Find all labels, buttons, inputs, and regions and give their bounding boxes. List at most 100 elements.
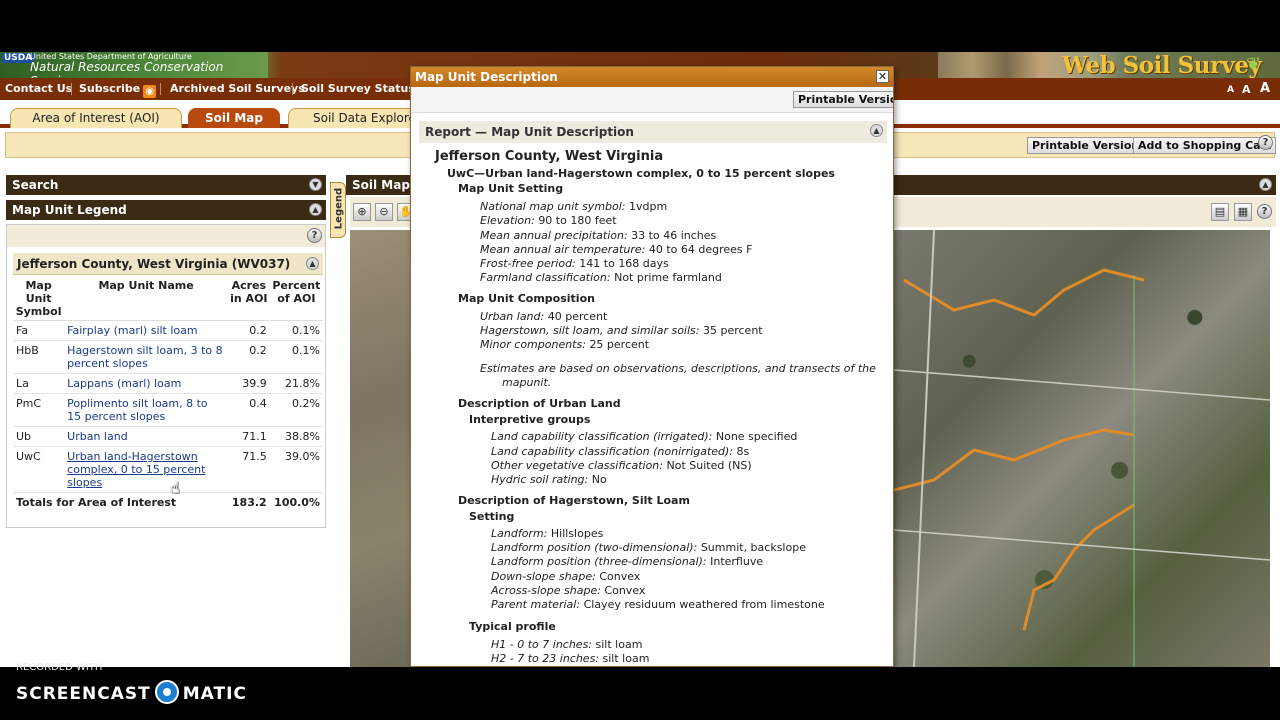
dialog-title: Map Unit Description (415, 70, 558, 84)
map-unit-acres: 0.4 (227, 393, 270, 427)
map-legend-icon[interactable]: ▦ (1234, 203, 1252, 221)
font-size-large-button[interactable]: A (1260, 81, 1270, 96)
chevron-up-icon[interactable]: ▲ (1259, 178, 1272, 191)
tab-area-of-interest[interactable]: Area of Interest (AOI) (10, 108, 182, 128)
table-row: La Lappans (marl) loam 39.9 21.8% (13, 373, 323, 394)
interpretive-line: Land capability classification (irrigate… (491, 430, 798, 443)
zoom-in-icon[interactable]: ⊕ (353, 203, 371, 221)
help-icon[interactable]: ? (307, 228, 322, 243)
site-title: Web Soil Survey (1062, 52, 1262, 79)
soil-map-title: Soil Map (352, 178, 410, 192)
help-icon[interactable]: ? (1257, 204, 1272, 219)
setting-line: Elevation: 90 to 180 feet (480, 214, 617, 227)
chevron-up-icon[interactable]: ▲ (306, 257, 319, 270)
column-header-acres: Acres in AOI (227, 277, 270, 321)
map-unit-legend-header[interactable]: Map Unit Legend ▲ (6, 200, 326, 220)
map-unit-acres: 0.2 (227, 340, 270, 374)
setting2-line: Landform: Hillslopes (491, 527, 604, 540)
printable-version-button[interactable]: Printable Version (1027, 137, 1145, 154)
table-row: Fa Fairplay (marl) silt loam 0.2 0.1% (13, 320, 323, 341)
map-unit-legend-title: Map Unit Legend (12, 203, 127, 217)
search-panel-title: Search (12, 178, 59, 192)
chevron-down-icon[interactable]: ▼ (309, 178, 322, 191)
dialog-toolbar: Printable Version (411, 87, 893, 113)
dialog-title-bar[interactable]: Map Unit Description ✕ (411, 67, 893, 87)
setting2-line: Across-slope shape: Convex (491, 584, 646, 597)
map-unit-symbol: UwC (13, 446, 65, 493)
section-hagerstown: Description of Hagerstown, Silt Loam (458, 494, 690, 507)
aoi-boundary-overlay (894, 230, 1270, 667)
zoom-out-icon[interactable]: ⊖ (375, 203, 393, 221)
nav-separator (71, 83, 72, 95)
setting-line: Frost-free period: 141 to 168 days (480, 257, 669, 270)
subscribe-label: Subscribe (79, 82, 141, 95)
search-panel-header[interactable]: Search ▼ (6, 175, 326, 195)
interpretive-line: Land capability classification (nonirrig… (491, 445, 750, 458)
road-line (894, 529, 1270, 561)
dialog-printable-version-button[interactable]: Printable Version (793, 91, 893, 108)
map-unit-name-link[interactable]: Poplimento silt loam, 8 to 15 percent sl… (67, 397, 208, 423)
nav-separator (160, 83, 161, 95)
table-row: Ub Urban land 71.1 38.8% (13, 426, 323, 447)
map-unit-percent: 0.1% (269, 340, 323, 374)
chevron-up-icon[interactable]: ▲ (309, 203, 322, 216)
layers-icon[interactable]: ▤ (1211, 203, 1229, 221)
estimate-note: Estimates are based on observations, des… (480, 362, 876, 375)
interpretive-line: Other vegetative classification: Not Sui… (491, 459, 752, 472)
map-unit-percent: 38.8% (269, 426, 323, 447)
legend-county-header[interactable]: Jefferson County, West Virginia (WV037) … (13, 253, 323, 275)
tab-soil-map[interactable]: Soil Map (188, 108, 280, 128)
column-header-symbol: Map Unit Symbol (13, 277, 65, 321)
setting2-line: Landform position (three-dimensional): I… (491, 555, 764, 568)
map-unit-name-link[interactable]: Lappans (marl) loam (67, 377, 181, 390)
map-unit-acres: 0.2 (227, 320, 270, 341)
leaf-icon: ❦ (1246, 54, 1262, 75)
map-unit-name-link[interactable]: Urban land (67, 430, 128, 443)
screen: USDA United States Department of Agricul… (0, 0, 1280, 720)
report-title: Report — Map Unit Description (425, 125, 634, 139)
report-map-unit: UwC—Urban land-Hagerstown complex, 0 to … (447, 167, 835, 180)
add-to-shopping-cart-button[interactable]: Add to Shopping Cart (1133, 137, 1277, 154)
totals-acres: 183.2 (231, 496, 267, 509)
legend-toggle-tab[interactable]: Legend (330, 182, 346, 238)
subscribe-link[interactable]: Subscribe ◉ (79, 82, 157, 98)
setting-line: Mean annual air temperature: 40 to 64 de… (480, 243, 753, 256)
road-line (913, 230, 935, 667)
map-unit-acres: 71.5 (227, 446, 270, 493)
report-header[interactable]: Report — Map Unit Description ▲ (419, 121, 887, 143)
totals-label: Totals for Area of Interest (16, 496, 177, 509)
nav-separator (292, 83, 293, 95)
map-unit-name-link[interactable]: Fairplay (marl) silt loam (67, 324, 197, 337)
column-header-percent: Percent of AOI (269, 277, 323, 321)
font-size-small-button[interactable]: A (1227, 85, 1234, 95)
aoi-boundary-line (1022, 503, 1135, 631)
map-unit-symbol: La (13, 373, 65, 394)
record-dot-icon (154, 680, 179, 704)
font-size-medium-button[interactable]: A (1242, 83, 1251, 96)
table-row: PmC Poplimento silt loam, 8 to 15 percen… (13, 393, 323, 427)
table-row: HbB Hagerstown silt loam, 3 to 8 percent… (13, 340, 323, 374)
setting-line: National map unit symbol: 1vdpm (480, 200, 668, 213)
road-line (894, 369, 1270, 401)
close-icon[interactable]: ✕ (876, 70, 889, 83)
map-unit-percent: 21.8% (269, 373, 323, 394)
help-icon[interactable]: ? (1258, 135, 1273, 150)
map-unit-name-link[interactable]: Hagerstown silt loam, 3 to 8 percent slo… (67, 344, 222, 370)
setting-line: Mean annual precipitation: 33 to 46 inch… (480, 229, 717, 242)
chevron-up-icon[interactable]: ▲ (870, 124, 883, 137)
section-map-unit-composition: Map Unit Composition (458, 292, 595, 305)
soil-survey-status-link[interactable]: Soil Survey Status (301, 82, 415, 95)
map-unit-percent: 0.2% (269, 393, 323, 427)
legend-county-title: Jefferson County, West Virginia (WV037) (17, 257, 291, 271)
composition-line: Minor components: 25 percent (480, 338, 650, 351)
screencast-watermark: RECORDED WITH SCREENCAST MATIC (0, 660, 250, 720)
section-setting: Setting (469, 510, 515, 523)
map-unit-symbol: PmC (13, 393, 65, 427)
usda-nrcs-logo-block[interactable]: USDA United States Department of Agricul… (0, 52, 268, 88)
contact-us-link[interactable]: Contact Us (5, 82, 72, 95)
profile-line: H2 - 7 to 23 inches: silt loam (491, 652, 650, 665)
map-unit-name-link[interactable]: Urban land-Hagerstown complex, 0 to 15 p… (67, 450, 205, 489)
setting2-line: Landform position (two-dimensional): Sum… (491, 541, 806, 554)
screencast-brand: SCREENCAST MATIC (16, 680, 247, 704)
archived-soil-surveys-link[interactable]: Archived Soil Surveys (170, 82, 305, 95)
